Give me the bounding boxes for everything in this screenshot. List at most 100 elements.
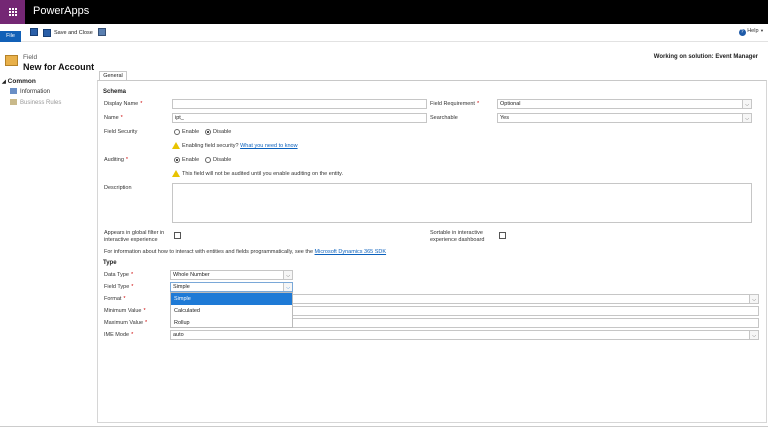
global-filter-label-line2: interactive experience bbox=[104, 237, 158, 243]
searchable-label: Searchable bbox=[430, 115, 458, 121]
sortable-label-line2: experience dashboard bbox=[430, 237, 485, 243]
maximum-value-label-text: Maximum Value bbox=[104, 320, 144, 326]
chevron-down-icon: ⌵ bbox=[286, 285, 290, 291]
help-icon: ? bbox=[738, 29, 746, 36]
left-nav: ◢ Common Information Business Rules bbox=[0, 78, 96, 108]
global-filter-label-line1: Appears in global filter in bbox=[104, 230, 165, 236]
description-textarea[interactable] bbox=[172, 183, 752, 223]
auditing-label: Auditing * bbox=[104, 157, 128, 163]
required-marker: * bbox=[123, 296, 126, 302]
nav-section-common[interactable]: ◢ Common bbox=[2, 78, 36, 85]
chevron-down-icon: ⌵ bbox=[752, 297, 756, 303]
field-security-disable-label: Disable bbox=[213, 129, 232, 135]
sortable-checkbox[interactable] bbox=[499, 232, 506, 239]
display-name-label: Display Name * bbox=[104, 101, 142, 107]
field-security-disable-radio[interactable] bbox=[205, 129, 211, 135]
required-marker: * bbox=[476, 101, 480, 107]
auditing-warning: This field will not be audited until you… bbox=[182, 171, 344, 177]
field-type-select[interactable]: Simple ⌵ bbox=[170, 282, 293, 292]
field-requirement-select[interactable]: Optional ⌵ bbox=[497, 99, 752, 109]
auditing-enable-label: Enable bbox=[182, 157, 200, 163]
ribbon bbox=[0, 24, 768, 42]
app-name: PowerApps bbox=[33, 5, 90, 17]
help-button[interactable]: ? Help ▼ bbox=[738, 28, 764, 36]
required-marker: * bbox=[145, 320, 148, 326]
field-security-warning-text: Enabling field security? bbox=[182, 143, 239, 149]
nav-section-label: Common bbox=[7, 78, 36, 85]
required-marker: * bbox=[120, 115, 123, 121]
required-marker: * bbox=[140, 101, 143, 107]
schema-heading: Schema bbox=[103, 89, 127, 95]
format-label: Format * bbox=[104, 296, 126, 302]
auditing-disable-label: Disable bbox=[213, 157, 232, 163]
auditing-label-text: Auditing bbox=[104, 157, 124, 163]
required-marker: * bbox=[143, 308, 146, 314]
help-label: Help bbox=[747, 28, 759, 34]
save-close-icon bbox=[43, 28, 51, 37]
field-security-enable-radio[interactable] bbox=[174, 129, 180, 135]
field-type-dropdown: Simple Calculated Rollup bbox=[170, 292, 293, 328]
minimum-value-label-text: Minimum Value bbox=[104, 308, 142, 314]
display-name-input[interactable] bbox=[172, 99, 427, 109]
field-security-warning: Enabling field security? What you need t… bbox=[182, 143, 298, 149]
maximum-value-label: Maximum Value * bbox=[104, 320, 147, 326]
top-bar bbox=[0, 0, 768, 24]
auditing-disable-radio[interactable] bbox=[205, 157, 211, 163]
field-security-label: Field Security bbox=[104, 129, 138, 135]
entity-type-label: Field bbox=[23, 54, 38, 61]
field-type-option-simple[interactable]: Simple bbox=[171, 293, 292, 305]
file-button[interactable]: File bbox=[0, 31, 21, 42]
save-icon[interactable] bbox=[30, 28, 38, 36]
field-type-label: Field Type * bbox=[104, 284, 133, 290]
sortable-label-line1: Sortable in interactive bbox=[430, 230, 483, 236]
chevron-down-icon: ⌵ bbox=[286, 273, 290, 279]
field-requirement-value: Optional bbox=[500, 101, 521, 107]
save-and-close-button[interactable]: Save and Close bbox=[43, 28, 93, 37]
field-requirement-label: Field Requirement * bbox=[430, 101, 479, 107]
chevron-down-icon: ⌵ bbox=[745, 116, 749, 122]
type-heading: Type bbox=[103, 260, 117, 266]
auditing-enable-radio[interactable] bbox=[174, 157, 180, 163]
searchable-select[interactable]: Yes ⌵ bbox=[497, 113, 752, 123]
display-name-label-text: Display Name bbox=[104, 101, 139, 107]
warning-icon bbox=[172, 170, 180, 177]
collapse-icon: ◢ bbox=[2, 79, 6, 85]
ime-mode-select[interactable]: auto ⌵ bbox=[170, 330, 759, 340]
ime-mode-label-text: IME Mode bbox=[104, 332, 130, 338]
name-label-text: Name bbox=[104, 115, 119, 121]
minimum-value-label: Minimum Value * bbox=[104, 308, 146, 314]
page-title: New for Account bbox=[23, 62, 95, 72]
field-security-enable-label: Enable bbox=[182, 129, 200, 135]
solution-label: Working on solution: Event Manager bbox=[653, 54, 758, 60]
sdk-info-text-body: For information about how to interact wi… bbox=[104, 249, 313, 255]
global-filter-label: Appears in global filter in interactive e… bbox=[104, 230, 164, 244]
name-label: Name * bbox=[104, 115, 123, 121]
field-type-option-calculated[interactable]: Calculated bbox=[171, 305, 292, 317]
warning-icon bbox=[172, 142, 180, 149]
name-input[interactable]: ipt_ bbox=[172, 113, 427, 123]
ime-mode-value: auto bbox=[173, 332, 184, 338]
field-type-option-rollup[interactable]: Rollup bbox=[171, 317, 292, 329]
save-and-close-label: Save and Close bbox=[54, 29, 93, 36]
sdk-link[interactable]: Microsoft Dynamics 365 SDK bbox=[315, 249, 387, 255]
business-rules-icon bbox=[10, 99, 17, 105]
form-actions-icon[interactable] bbox=[98, 28, 106, 36]
app-launcher-icon[interactable] bbox=[0, 0, 25, 24]
data-type-select[interactable]: Whole Number ⌵ bbox=[170, 270, 293, 280]
field-type-value: Simple bbox=[173, 284, 190, 290]
data-type-value: Whole Number bbox=[173, 272, 210, 278]
required-marker: * bbox=[131, 284, 134, 290]
nav-item-business-rules[interactable]: Business Rules bbox=[10, 99, 61, 106]
sdk-info-text: For information about how to interact wi… bbox=[104, 249, 386, 255]
description-label: Description bbox=[104, 185, 132, 191]
field-requirement-label-text: Field Requirement bbox=[430, 101, 475, 107]
field-type-label-text: Field Type bbox=[104, 284, 130, 290]
nav-item-information[interactable]: Information bbox=[10, 88, 50, 95]
global-filter-checkbox[interactable] bbox=[174, 232, 181, 239]
what-you-need-to-know-link[interactable]: What you need to know bbox=[240, 143, 297, 149]
information-icon bbox=[10, 88, 17, 94]
chevron-down-icon: ⌵ bbox=[745, 102, 749, 108]
ime-mode-label: IME Mode * bbox=[104, 332, 133, 338]
chevron-down-icon: ⌵ bbox=[752, 333, 756, 339]
data-type-label-text: Data Type bbox=[104, 272, 129, 278]
